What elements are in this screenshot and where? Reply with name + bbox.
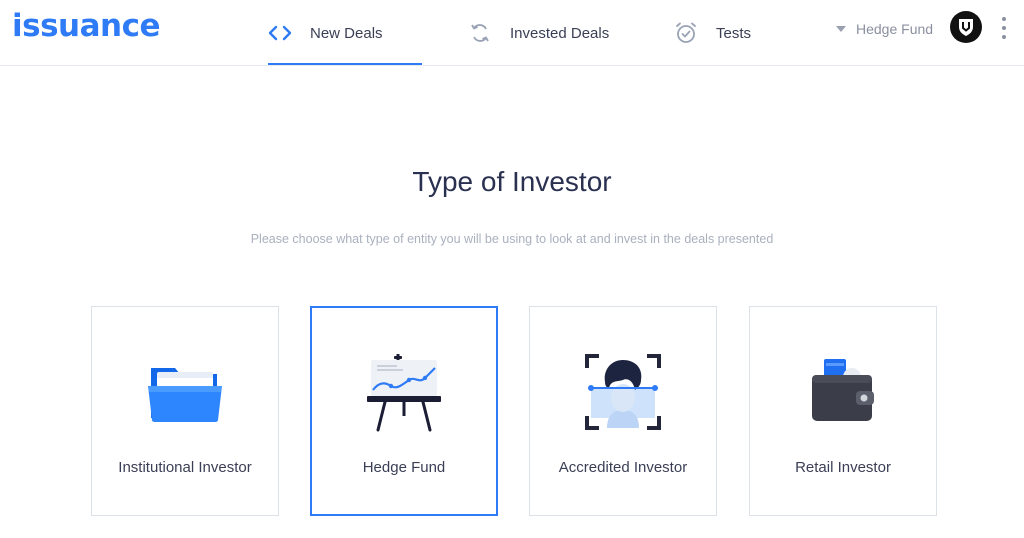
option-label: Hedge Fund xyxy=(362,459,446,476)
issuance-logo[interactable]: issuance xyxy=(12,8,161,44)
caret-down-icon xyxy=(836,26,846,32)
option-label: Accredited Investor xyxy=(558,459,688,476)
kebab-dot xyxy=(1002,17,1006,21)
face-scan-icon xyxy=(530,349,716,435)
refresh-icon xyxy=(468,21,492,45)
avatar[interactable] xyxy=(950,11,982,43)
folder-icon xyxy=(92,349,278,435)
option-card-retail-investor[interactable]: Retail Investor xyxy=(749,306,937,516)
tab-new-deals[interactable]: New Deals xyxy=(268,0,422,66)
shield-logo-icon xyxy=(959,19,973,36)
option-card-accredited-investor[interactable]: Accredited Investor xyxy=(529,306,717,516)
active-tab-indicator xyxy=(268,63,422,65)
tab-tests-label: Tests xyxy=(716,24,752,42)
kebab-dot xyxy=(1002,35,1006,39)
chart-easel-icon xyxy=(312,350,496,436)
code-brackets-icon xyxy=(268,21,292,45)
wallet-icon xyxy=(750,349,936,435)
option-card-institutional-investor[interactable]: Institutional Investor xyxy=(91,306,279,516)
page-subtitle: Please choose what type of entity you wi… xyxy=(250,232,774,246)
kebab-menu-icon[interactable] xyxy=(1000,17,1008,39)
tab-tests[interactable]: Tests xyxy=(674,0,751,66)
kebab-dot xyxy=(1002,26,1006,30)
account-type-label: Hedge Fund xyxy=(856,21,934,37)
alarm-clock-check-icon xyxy=(674,21,698,45)
tab-new-deals-label: New Deals xyxy=(310,24,383,42)
option-label: Retail Investor xyxy=(795,459,891,476)
page-title: Type of Investor xyxy=(412,166,612,197)
tab-invested-deals[interactable]: Invested Deals xyxy=(468,0,609,66)
account-type-dropdown[interactable]: Hedge Fund xyxy=(836,18,933,40)
option-card-hedge-fund[interactable]: Hedge Fund xyxy=(310,306,498,516)
option-label: Institutional Investor xyxy=(118,459,252,476)
top-navigation-bar: issuance New Deals Invested Deals Tests … xyxy=(0,0,1024,66)
tab-invested-deals-label: Invested Deals xyxy=(510,24,610,42)
